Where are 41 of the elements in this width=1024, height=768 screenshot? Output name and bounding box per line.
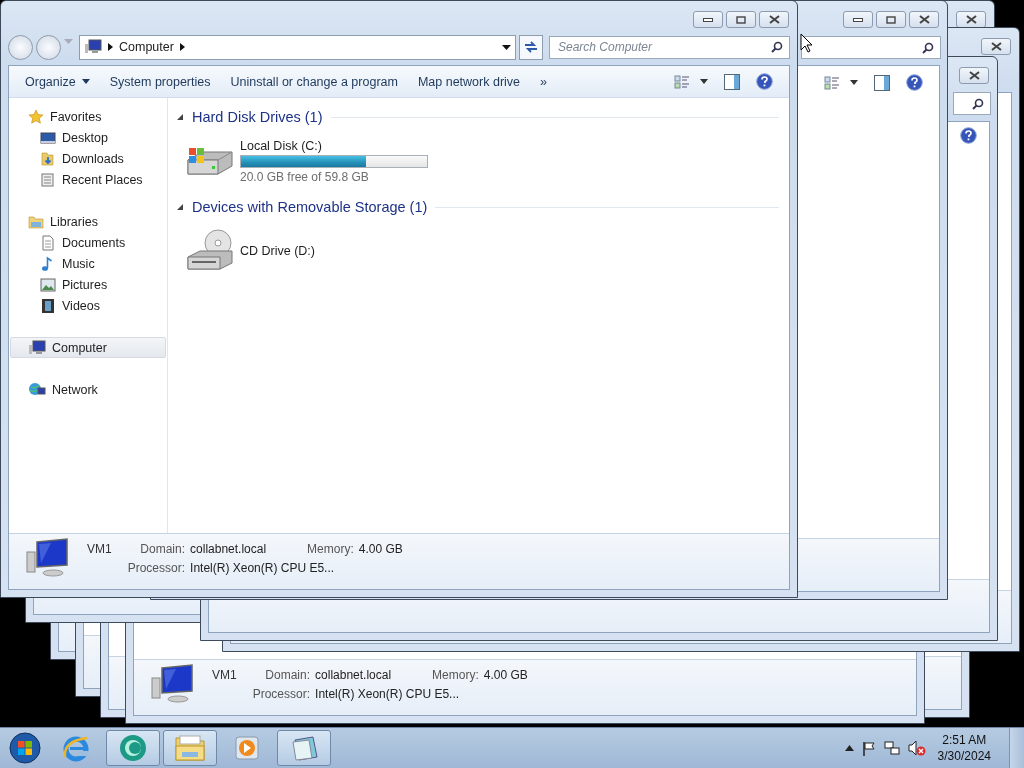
nav-item[interactable]: Favorites [10,106,166,127]
nav-item[interactable]: Videos [10,295,166,316]
computer-name: VM1 [87,542,112,556]
command-button[interactable]: Uninstall or change a program [222,70,406,93]
domain-label: Domain: [139,542,186,556]
more-button[interactable]: » [532,70,555,93]
nav-item[interactable]: Music [10,253,166,274]
nav-item[interactable]: Network [10,379,166,400]
processor-label: Processor: [252,687,311,701]
memory-label: Memory: [432,668,479,682]
domain-value: collabnet.local [190,542,268,556]
clock-date: 3/30/2024 [937,748,991,764]
command-button[interactable]: Map network drive [409,70,529,93]
computer-name: VM1 [212,668,237,682]
command-button[interactable]: System properties [101,70,219,93]
nav-item[interactable]: Libraries [10,211,166,232]
nav-item[interactable]: Documents [10,232,166,253]
group-header[interactable]: Devices with Removable Storage (1) [192,199,428,215]
processor-label: Processor: [127,561,186,575]
nav-item[interactable]: Desktop [10,127,166,148]
breadcrumb[interactable]: Computer [119,40,174,54]
drive-name[interactable]: CD Drive (D:) [240,244,315,258]
memory-label: Memory: [307,542,354,556]
nav-item[interactable]: Downloads [10,148,166,169]
processor-value: Intel(R) Xeon(R) CPU E5... [190,561,336,575]
group-header[interactable]: Hard Disk Drives (1) [192,109,323,125]
domain-label: Domain: [264,668,311,682]
search-field[interactable]: Search Computer [549,35,790,59]
nav-item[interactable]: Pictures [10,274,166,295]
clock-time: 2:51 AM [942,732,987,748]
memory-value: 4.00 GB [483,668,529,682]
drive-name[interactable]: Local Disk (C:) [240,138,428,153]
processor-value: Intel(R) Xeon(R) CPU E5... [315,687,461,701]
nav-item[interactable]: Recent Places [10,169,166,190]
free-space: 20.0 GB free of 59.8 GB [240,169,370,184]
memory-value: 4.00 GB [358,542,404,556]
nav-item[interactable]: Computer [10,337,166,358]
command-button[interactable]: Organize [17,70,98,93]
domain-value: collabnet.local [315,668,393,682]
clock[interactable]: 2:51 AM 3/30/2024 [933,732,1001,764]
address-bar[interactable]: Computer [79,34,516,60]
